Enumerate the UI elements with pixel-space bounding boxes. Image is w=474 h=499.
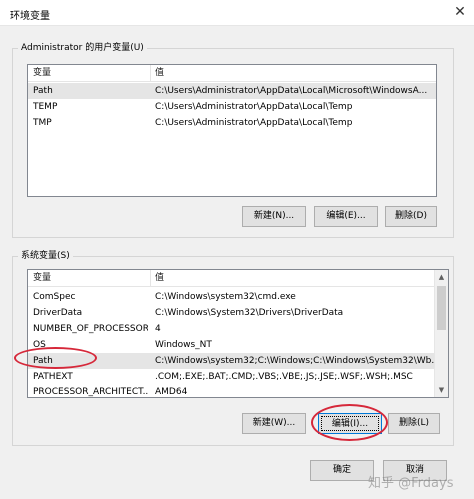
list-item[interactable]: PROCESSOR_ARCHITECT... AMD64 (28, 384, 448, 397)
list-item[interactable]: NUMBER_OF_PROCESSORS 4 (28, 321, 448, 337)
variable-value: C:\Windows\system32;C:\Windows;C:\Window… (155, 356, 440, 366)
variable-value: AMD64 (155, 387, 188, 397)
column-divider[interactable] (150, 270, 151, 287)
column-header-variable[interactable]: 变量 (33, 65, 51, 82)
title-bar: 环境变量 ✕ (0, 0, 474, 26)
variable-name: DriverData (33, 308, 83, 318)
variable-name: ComSpec (33, 292, 76, 302)
column-header-value[interactable]: 值 (155, 65, 164, 82)
variable-value: Windows_NT (155, 340, 212, 350)
list-header: 变量 值 (28, 270, 448, 287)
variable-value: C:\Windows\System32\Drivers\DriverData (155, 308, 344, 318)
vertical-scrollbar[interactable]: ▲ ▼ (434, 270, 448, 397)
close-icon[interactable]: ✕ (448, 2, 472, 22)
column-divider[interactable] (150, 65, 151, 82)
variable-value: C:\Users\Administrator\AppData\Local\Tem… (155, 102, 353, 112)
ok-button[interactable]: 确定 (310, 460, 374, 481)
variable-name: NUMBER_OF_PROCESSORS (33, 324, 148, 334)
list-item[interactable]: Path C:\Users\Administrator\AppData\Loca… (28, 83, 436, 99)
list-item[interactable]: TEMP C:\Users\Administrator\AppData\Loca… (28, 99, 436, 115)
scroll-up-icon[interactable]: ▲ (435, 270, 448, 284)
window-title: 环境变量 (10, 11, 50, 22)
user-variables-label: Administrator 的用户变量(U) (18, 42, 147, 55)
scroll-down-icon[interactable]: ▼ (435, 383, 448, 397)
variable-value: C:\Windows\system32\cmd.exe (155, 292, 296, 302)
variable-name: PROCESSOR_ARCHITECT... (33, 387, 148, 397)
system-variables-label: 系统变量(S) (18, 250, 73, 263)
column-header-value[interactable]: 值 (155, 270, 164, 287)
list-item[interactable]: TMP C:\Users\Administrator\AppData\Local… (28, 115, 436, 131)
column-header-variable[interactable]: 变量 (33, 270, 51, 287)
list-item[interactable]: OS Windows_NT (28, 337, 448, 353)
user-variables-list[interactable]: 变量 值 Path C:\Users\Administrator\AppData… (27, 64, 437, 197)
annotation-circle-path (14, 347, 97, 369)
variable-name: Path (33, 86, 53, 96)
scrollbar-thumb[interactable] (437, 286, 446, 330)
list-item[interactable]: PATHEXT .COM;.EXE;.BAT;.CMD;.VBS;.VBE;.J… (28, 369, 448, 385)
list-item[interactable]: ComSpec C:\Windows\system32\cmd.exe (28, 289, 448, 305)
variable-value: C:\Users\Administrator\AppData\Local\Tem… (155, 118, 353, 128)
system-variables-list[interactable]: 变量 值 ComSpec C:\Windows\system32\cmd.exe… (27, 269, 449, 398)
annotation-circle-edit (311, 404, 388, 441)
system-delete-button[interactable]: 删除(L) (388, 413, 440, 434)
list-item[interactable]: DriverData C:\Windows\System32\Drivers\D… (28, 305, 448, 321)
user-delete-button[interactable]: 删除(D) (385, 206, 437, 227)
variable-name: TMP (33, 118, 52, 128)
variable-value: .COM;.EXE;.BAT;.CMD;.VBS;.VBE;.JS;.JSE;.… (155, 372, 413, 382)
variable-name: PATHEXT (33, 372, 73, 382)
user-new-button[interactable]: 新建(N)... (242, 206, 306, 227)
variable-name: TEMP (33, 102, 58, 112)
variable-value: C:\Users\Administrator\AppData\Local\Mic… (155, 86, 428, 96)
system-new-button[interactable]: 新建(W)... (242, 413, 306, 434)
variable-value: 4 (155, 324, 161, 334)
list-header: 变量 值 (28, 65, 436, 82)
user-edit-button[interactable]: 编辑(E)... (314, 206, 378, 227)
watermark: 知乎 @Frdays (368, 476, 454, 491)
